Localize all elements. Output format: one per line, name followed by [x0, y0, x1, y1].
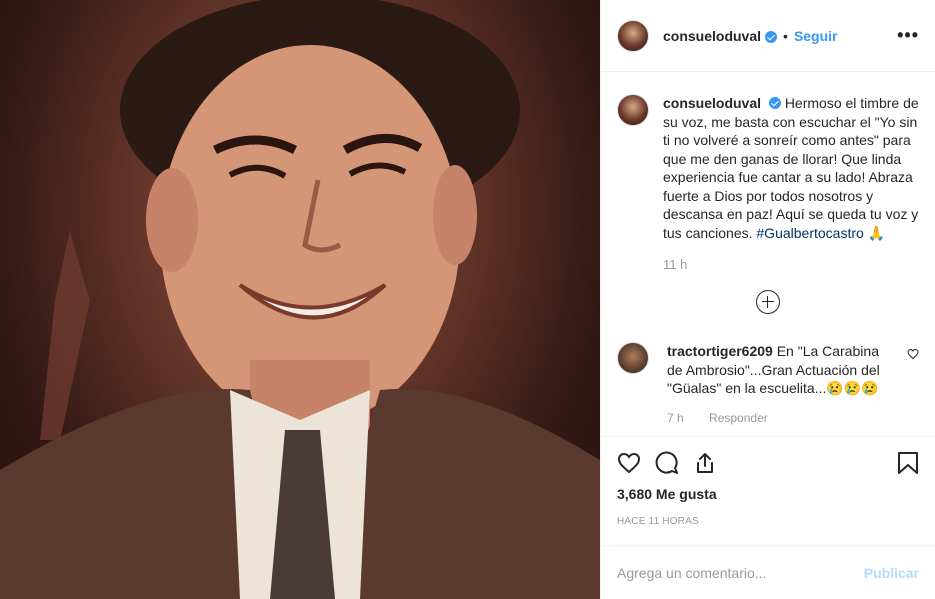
commenter-avatar[interactable] — [617, 342, 649, 374]
save-bookmark-icon[interactable] — [897, 451, 919, 475]
comment-input[interactable] — [617, 564, 864, 581]
comment-timestamp[interactable]: 7 h — [667, 411, 684, 425]
caption-hashtag[interactable]: #Gualbertocastro — [756, 225, 863, 241]
load-more-comments — [617, 290, 919, 314]
pray-emoji-icon: 🙏 — [867, 224, 886, 241]
separator-dot: • — [783, 27, 788, 44]
share-icon[interactable] — [693, 451, 717, 475]
post-age[interactable]: HACE 11 HORAS — [601, 516, 935, 527]
reply-button[interactable]: Responder — [709, 411, 768, 425]
add-comment-bar: Publicar — [601, 545, 935, 599]
author-avatar[interactable] — [617, 19, 649, 52]
comment-meta: 7 h Responder — [667, 411, 919, 425]
follow-button[interactable]: Seguir — [794, 28, 838, 44]
publish-button[interactable]: Publicar — [864, 565, 919, 581]
post-header: consueloduval • Seguir ••• — [601, 0, 935, 72]
verified-badge-icon — [765, 30, 778, 43]
instagram-post: consueloduval • Seguir ••• consueloduval… — [0, 0, 935, 599]
comment-item: tractortiger6209 En "La Carabina de Ambr… — [617, 342, 919, 398]
likes-count[interactable]: 3,680 Me gusta — [601, 486, 935, 502]
load-more-plus-icon[interactable] — [756, 290, 780, 314]
caption-text: Hermoso el timbre de su voz, me basta co… — [663, 95, 919, 241]
post-side-panel: consueloduval • Seguir ••• consueloduval… — [600, 0, 935, 599]
caption-username[interactable]: consueloduval — [663, 95, 761, 111]
caption-text-block: consueloduval Hermoso el timbre de su vo… — [663, 94, 919, 242]
comment-text-block: tractortiger6209 En "La Carabina de Ambr… — [667, 342, 897, 398]
verified-badge-icon — [768, 97, 781, 109]
commenter-username[interactable]: tractortiger6209 — [667, 343, 773, 359]
comments-section: consueloduval Hermoso el timbre de su vo… — [601, 72, 935, 436]
caption-timestamp[interactable]: 11 h — [663, 257, 919, 272]
post-photo[interactable] — [0, 0, 600, 599]
caption: consueloduval Hermoso el timbre de su vo… — [617, 94, 919, 242]
caption-avatar[interactable] — [617, 94, 649, 126]
action-bar — [601, 436, 935, 488]
more-options-icon[interactable]: ••• — [897, 25, 919, 46]
portrait-illustration — [0, 0, 600, 599]
comment-bubble-icon[interactable] — [655, 451, 679, 475]
comment-like-heart-icon[interactable] — [907, 348, 919, 360]
like-heart-icon[interactable] — [617, 451, 641, 475]
author-username[interactable]: consueloduval — [663, 28, 761, 44]
